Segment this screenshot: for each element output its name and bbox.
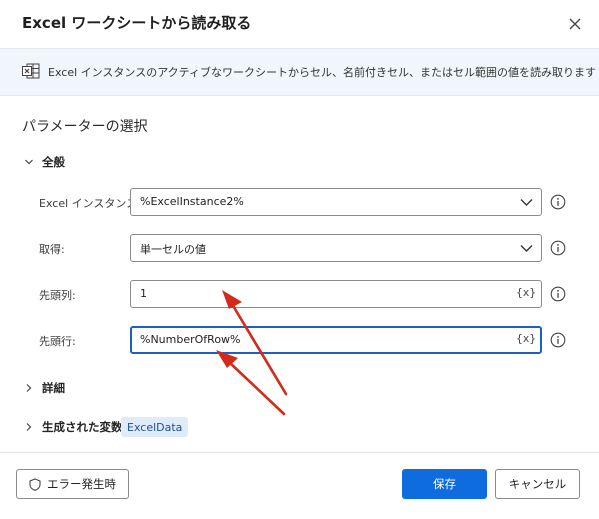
excel-instance-value: %ExcelInstance2% [140, 195, 244, 208]
chevron-down-icon [24, 157, 36, 167]
on-error-button[interactable]: エラー発生時 [16, 469, 129, 499]
group-general-label: 全般 [42, 155, 65, 169]
retrieve-label: 取得: [39, 243, 65, 256]
shield-icon [29, 477, 41, 491]
dialog-footer: エラー発生時 保存 キャンセル [0, 452, 599, 519]
chevron-right-icon [24, 383, 36, 393]
banner-description-text: Excel インスタンスのアクティブなワークシートからセル、名前付きセル、または… [48, 66, 596, 79]
retrieve-dropdown[interactable]: 単一セルの値 [130, 234, 542, 262]
variable-picker-button[interactable]: {x} [516, 332, 536, 345]
group-variables-toggle[interactable]: 生成された変数 [24, 418, 123, 436]
cancel-button[interactable]: キャンセル [495, 469, 580, 499]
produced-variable-badge[interactable]: ExcelData [121, 417, 189, 437]
excel-instance-dropdown[interactable]: %ExcelInstance2% [130, 188, 542, 216]
info-icon[interactable] [550, 332, 566, 348]
close-button[interactable] [562, 11, 588, 37]
dialog-title: Excel ワークシートから読み取る [22, 14, 252, 32]
save-button[interactable]: 保存 [402, 469, 487, 499]
info-icon[interactable] [550, 240, 566, 256]
start-column-label: 先頭列: [39, 289, 76, 302]
dialog-titlebar: Excel ワークシートから読み取る [0, 0, 599, 48]
group-general-toggle[interactable]: 全般 [24, 153, 65, 171]
retrieve-value: 単一セルの値 [140, 243, 206, 256]
variable-picker-button[interactable]: {x} [516, 286, 536, 299]
start-row-value: %NumberOfRow% [140, 333, 241, 346]
info-banner: Excel インスタンスのアクティブなワークシートからセル、名前付きセル、または… [0, 48, 599, 96]
read-worksheet-dialog: Excel ワークシートから読み取る Excel インスタンスのアクティブなワー… [0, 0, 599, 519]
chevron-down-icon [520, 199, 533, 206]
start-column-input[interactable]: 1 {x} [130, 280, 542, 308]
group-variables-label: 生成された変数 [42, 420, 123, 434]
excel-icon [22, 63, 40, 79]
banner-description: Excel インスタンスのアクティブなワークシートからセル、名前付きセル、または… [48, 64, 599, 80]
chevron-down-icon [520, 245, 533, 252]
start-column-value: 1 [140, 287, 147, 300]
start-row-label: 先頭行: [39, 335, 76, 348]
annotation-arrow [216, 350, 286, 416]
section-title: パラメーターの選択 [22, 119, 148, 135]
info-icon[interactable] [550, 194, 566, 210]
info-icon[interactable] [550, 286, 566, 302]
excel-instance-label: Excel インスタンス: [39, 197, 141, 210]
group-advanced-toggle[interactable]: 詳細 [24, 379, 65, 397]
close-icon [569, 18, 581, 30]
start-row-input[interactable]: %NumberOfRow% {x} [130, 326, 542, 354]
on-error-label: エラー発生時 [47, 477, 116, 491]
chevron-right-icon [24, 422, 36, 432]
group-advanced-label: 詳細 [42, 381, 65, 395]
